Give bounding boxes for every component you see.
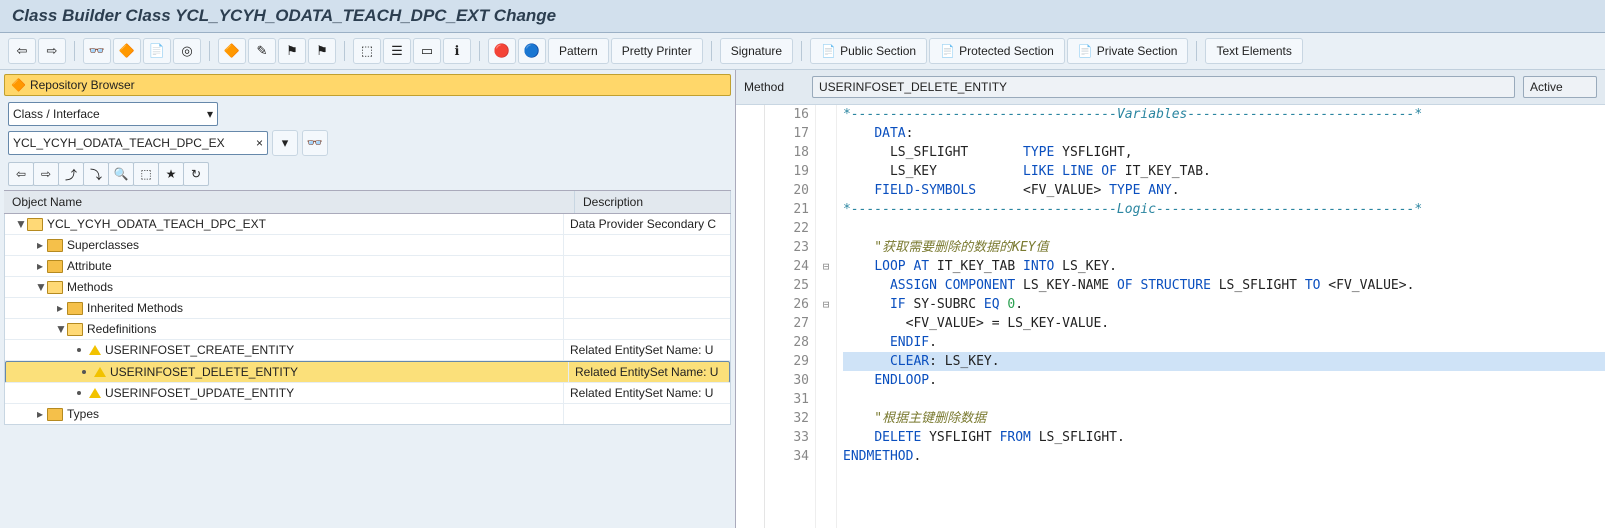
main-toolbar: ⇦ ⇨ 👓 🔶 📄 ◎ 🔶 ✎ ⚑ ⚑ ⬚ ☰ ▭ ℹ 🔴 🔵 Pattern … (0, 33, 1605, 70)
tree-row[interactable]: ▼Methods (5, 277, 730, 298)
set-bp-icon[interactable]: 🔴 (488, 38, 516, 64)
text-elements-button[interactable]: Text Elements (1205, 38, 1302, 64)
editor-header: Method USERINFOSET_DELETE_ENTITY Active (736, 70, 1605, 105)
refresh-icon[interactable]: ↻ (183, 162, 209, 186)
hierarchy-icon: 🔶 (11, 78, 26, 92)
folder-icon (67, 323, 83, 336)
tree-row[interactable]: ▸Attribute (5, 256, 730, 277)
edit-icon[interactable]: ✎ (248, 38, 276, 64)
tree-desc: Related EntitySet Name: U (564, 386, 730, 400)
tree-toolbar: ⇦ ⇨ ⤴ ⤵ 🔍 ⬚ ★ ↻ (8, 162, 727, 186)
left-panel: 🔶 Repository Browser Class / Interface ▾… (0, 70, 736, 528)
fullscreen-icon[interactable]: ▭ (413, 38, 441, 64)
code-editor[interactable]: 16171819202122232425262728293031323334 ⊟… (736, 105, 1605, 528)
section-icon: 📄 (821, 44, 836, 58)
folder-icon (27, 218, 43, 231)
tree-row[interactable]: ▼YCL_YCYH_ODATA_TEACH_DPC_EXTData Provid… (5, 214, 730, 235)
tree-desc: Data Provider Secondary C (564, 217, 730, 231)
repository-browser-label: Repository Browser (30, 78, 135, 92)
code-area[interactable]: *----------------------------------Varia… (837, 105, 1605, 528)
tree-header: Object Name Description (4, 190, 731, 214)
object-name-input[interactable]: YCL_YCYH_ODATA_TEACH_DPC_EX × (8, 131, 268, 155)
prev-icon[interactable]: ⇦ (8, 162, 34, 186)
expand-icon[interactable]: ⤵ (83, 162, 109, 186)
tree-label: Methods (67, 280, 113, 294)
tree-label: Attribute (67, 259, 112, 273)
back-icon[interactable]: ⇦ (8, 38, 36, 64)
tree-row[interactable]: USERINFOSET_DELETE_ENTITY Related EntityS… (5, 361, 730, 383)
activation-icon[interactable]: ◎ (173, 38, 201, 64)
col-description[interactable]: Description (575, 191, 731, 213)
object-name-value: YCL_YCYH_ODATA_TEACH_DPC_EX (13, 136, 225, 150)
tree-display-icon[interactable]: ⬚ (133, 162, 159, 186)
title-bar: Class Builder Class YCL_YCYH_ODATA_TEACH… (0, 0, 1605, 33)
forward-icon[interactable]: ⇨ (38, 38, 66, 64)
clear-input-icon[interactable]: × (256, 136, 263, 150)
breakpoint-del-icon[interactable]: ⚑ (308, 38, 336, 64)
next-icon[interactable]: ⇨ (33, 162, 59, 186)
folder-icon (47, 281, 63, 294)
tree-label: Redefinitions (87, 322, 156, 336)
section-icon: 📄 (940, 44, 955, 58)
status-field: Active (1523, 76, 1597, 98)
inactive-objects-icon[interactable]: 📄 (143, 38, 171, 64)
navigation-icon[interactable]: ☰ (383, 38, 411, 64)
tree-label: USERINFOSET_DELETE_ENTITY (110, 365, 298, 379)
object-tree[interactable]: ▼YCL_YCYH_ODATA_TEACH_DPC_EXTData Provid… (4, 214, 731, 425)
tree-label: Inherited Methods (87, 301, 183, 315)
tree-row[interactable]: ▸Inherited Methods (5, 298, 730, 319)
tree-label: Types (67, 407, 99, 421)
find-icon[interactable]: 🔍 (108, 162, 134, 186)
private-section-button[interactable]: 📄Private Section (1067, 38, 1189, 64)
section-icon: 📄 (1078, 44, 1093, 58)
col-object-name[interactable]: Object Name (4, 191, 575, 213)
signature-button[interactable]: Signature (720, 38, 793, 64)
line-number-gutter[interactable]: 16171819202122232425262728293031323334 (765, 105, 816, 528)
tree-label: Superclasses (67, 238, 139, 252)
where-used-icon[interactable]: 🔶 (218, 38, 246, 64)
chevron-down-icon: ▾ (207, 107, 213, 121)
tree-row[interactable]: USERINFOSET_UPDATE_ENTITY Related EntityS… (5, 383, 730, 404)
folder-icon (47, 239, 63, 252)
method-icon (94, 367, 106, 377)
tree-row[interactable]: ▼Redefinitions (5, 319, 730, 340)
repository-browser-header: 🔶 Repository Browser (4, 74, 731, 96)
method-icon (89, 345, 101, 355)
help-icon[interactable]: ℹ (443, 38, 471, 64)
method-name-field: USERINFOSET_DELETE_ENTITY (812, 76, 1515, 98)
display-toggle-icon[interactable]: 👓 (83, 38, 111, 64)
public-section-button[interactable]: 📄Public Section (810, 38, 927, 64)
pattern-button[interactable]: Pattern (548, 38, 609, 64)
tree-label: USERINFOSET_CREATE_ENTITY (105, 343, 294, 357)
method-label: Method (744, 80, 804, 94)
tree-row[interactable]: ▸Superclasses (5, 235, 730, 256)
folder-icon (67, 302, 83, 315)
object-type-select[interactable]: Class / Interface ▾ (8, 102, 218, 126)
breakpoint-set-icon[interactable]: ⚑ (278, 38, 306, 64)
tree-row[interactable]: USERINFOSET_CREATE_ENTITY Related EntityS… (5, 340, 730, 361)
object-list-icon[interactable]: ⬚ (353, 38, 381, 64)
object-type-value: Class / Interface (13, 107, 100, 121)
right-panel: Method USERINFOSET_DELETE_ENTITY Active … (736, 70, 1605, 528)
favorite-icon[interactable]: ★ (158, 162, 184, 186)
folder-icon (47, 408, 63, 421)
page-title: Class Builder Class YCL_YCYH_ODATA_TEACH… (12, 6, 556, 25)
tree-desc: Related EntitySet Name: U (564, 343, 730, 357)
history-dropdown-icon[interactable]: ▾ (272, 130, 298, 156)
tree-label: USERINFOSET_UPDATE_ENTITY (105, 386, 294, 400)
tree-label: YCL_YCYH_ODATA_TEACH_DPC_EXT (47, 217, 266, 231)
fold-gutter[interactable]: ⊟⊟ (816, 105, 837, 528)
tree-row[interactable]: ▸Types (5, 404, 730, 424)
tree-desc: Related EntitySet Name: U (569, 365, 725, 379)
method-icon (89, 388, 101, 398)
protected-section-button[interactable]: 📄Protected Section (929, 38, 1065, 64)
ext-bp-icon[interactable]: 🔵 (518, 38, 546, 64)
folder-icon (47, 260, 63, 273)
collapse-icon[interactable]: ⤴ (58, 162, 84, 186)
other-object-icon[interactable]: 🔶 (113, 38, 141, 64)
display-object-icon[interactable]: 👓 (302, 130, 328, 156)
pretty-printer-button[interactable]: Pretty Printer (611, 38, 703, 64)
